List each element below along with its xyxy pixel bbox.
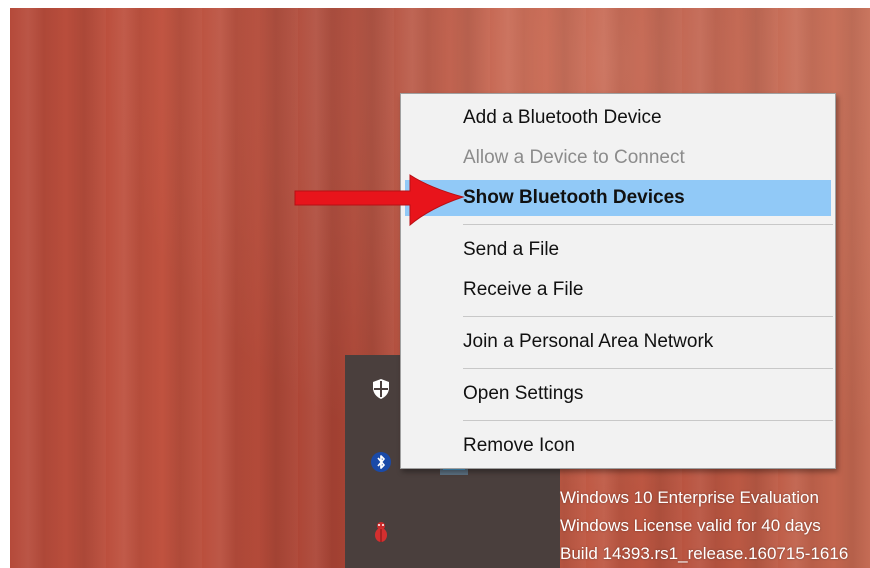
menu-item-label: Add a Bluetooth Device (463, 107, 662, 128)
menu-separator (463, 224, 833, 225)
menu-item-label: Send a File (463, 239, 560, 260)
menu-separator (463, 368, 833, 369)
shield-icon[interactable] (369, 377, 393, 401)
menu-separator (463, 316, 833, 317)
menu-item-add-bluetooth-device[interactable]: Add a Bluetooth Device (405, 100, 831, 136)
menu-item-join-personal-area-network[interactable]: Join a Personal Area Network (405, 324, 831, 360)
menu-item-receive-file[interactable]: Receive a File (405, 272, 831, 308)
menu-item-label: Remove Icon (463, 435, 575, 456)
watermark-license: Windows License valid for 40 days (560, 516, 821, 535)
menu-item-open-settings[interactable]: Open Settings (405, 376, 831, 412)
menu-item-label: Receive a File (463, 279, 584, 300)
watermark-build: Build 14393.rs1_release.160715-1616 (560, 544, 849, 563)
windows-watermark: Windows 10 Enterprise Evaluation Windows… (560, 484, 870, 568)
bluetooth-icon[interactable] (369, 450, 393, 474)
watermark-edition: Windows 10 Enterprise Evaluation (560, 488, 819, 507)
menu-item-label: Open Settings (463, 383, 584, 404)
menu-item-label: Allow a Device to Connect (463, 147, 685, 168)
menu-item-label: Show Bluetooth Devices (463, 187, 685, 208)
menu-item-label: Join a Personal Area Network (463, 331, 714, 352)
screenshot-frame: Windows 10 Enterprise Evaluation Windows… (0, 0, 870, 568)
menu-separator (463, 420, 833, 421)
menu-item-remove-icon[interactable]: Remove Icon (405, 428, 831, 464)
bug-icon[interactable] (369, 520, 393, 544)
red-arrow-icon (294, 174, 465, 227)
